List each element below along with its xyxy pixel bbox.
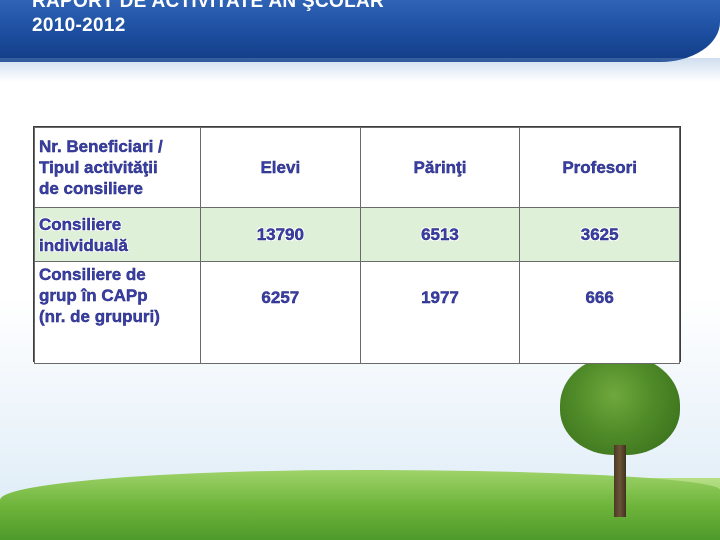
column-header-profesori: Profesori bbox=[519, 127, 680, 208]
tree-canopy bbox=[560, 355, 680, 455]
column-header-elevi: Elevi bbox=[200, 127, 361, 208]
table-row: Consiliere de grup în CAPp (nr. de grupu… bbox=[34, 261, 680, 364]
cell-value: 1977 bbox=[359, 261, 521, 364]
report-table: Nr. Beneficiari / Tipul activităţii de c… bbox=[33, 126, 681, 364]
cell-value: 13790 bbox=[200, 207, 361, 262]
tree-trunk bbox=[614, 445, 626, 517]
table-row: Consiliere individuală 13790 6513 3625 bbox=[34, 207, 680, 262]
corner-line-2: Tipul activităţii bbox=[39, 158, 158, 177]
row-label-line: Consiliere de bbox=[39, 265, 146, 284]
corner-line-1: Nr. Beneficiari / bbox=[39, 137, 163, 156]
cell-value: 3625 bbox=[519, 207, 680, 262]
corner-line-3: de consiliere bbox=[39, 179, 143, 198]
title-line-2: 2010-2012 bbox=[32, 15, 126, 36]
cell-value: 6257 bbox=[200, 261, 361, 364]
row-label-line: (nr. de grupuri) bbox=[39, 307, 160, 326]
header-swoosh bbox=[0, 58, 720, 82]
row-label-line: Consiliere bbox=[39, 214, 122, 234]
table-header-row: Nr. Beneficiari / Tipul activităţii de c… bbox=[34, 127, 680, 208]
tree-illustration bbox=[560, 355, 680, 525]
row-label-line: individuală bbox=[39, 235, 128, 255]
row-label-line: grup în CAPp bbox=[39, 286, 148, 305]
title-line-1: RAPORT DE ACTIVITATE AN ŞCOLAR bbox=[32, 0, 385, 12]
table-corner-header: Nr. Beneficiari / Tipul activităţii de c… bbox=[34, 127, 201, 208]
row-label-consiliere-individuala: Consiliere individuală bbox=[34, 207, 201, 262]
row-label-consiliere-grup: Consiliere de grup în CAPp (nr. de grupu… bbox=[34, 261, 201, 364]
column-header-parinti: Părinţi bbox=[359, 127, 521, 208]
cell-value: 6513 bbox=[359, 207, 521, 262]
slide-title: RAPORT DE ACTIVITATE AN ŞCOLAR 2010-2012 bbox=[32, 0, 384, 38]
cell-value: 666 bbox=[519, 261, 680, 364]
report-table-grid: Nr. Beneficiari / Tipul activităţii de c… bbox=[34, 127, 680, 364]
